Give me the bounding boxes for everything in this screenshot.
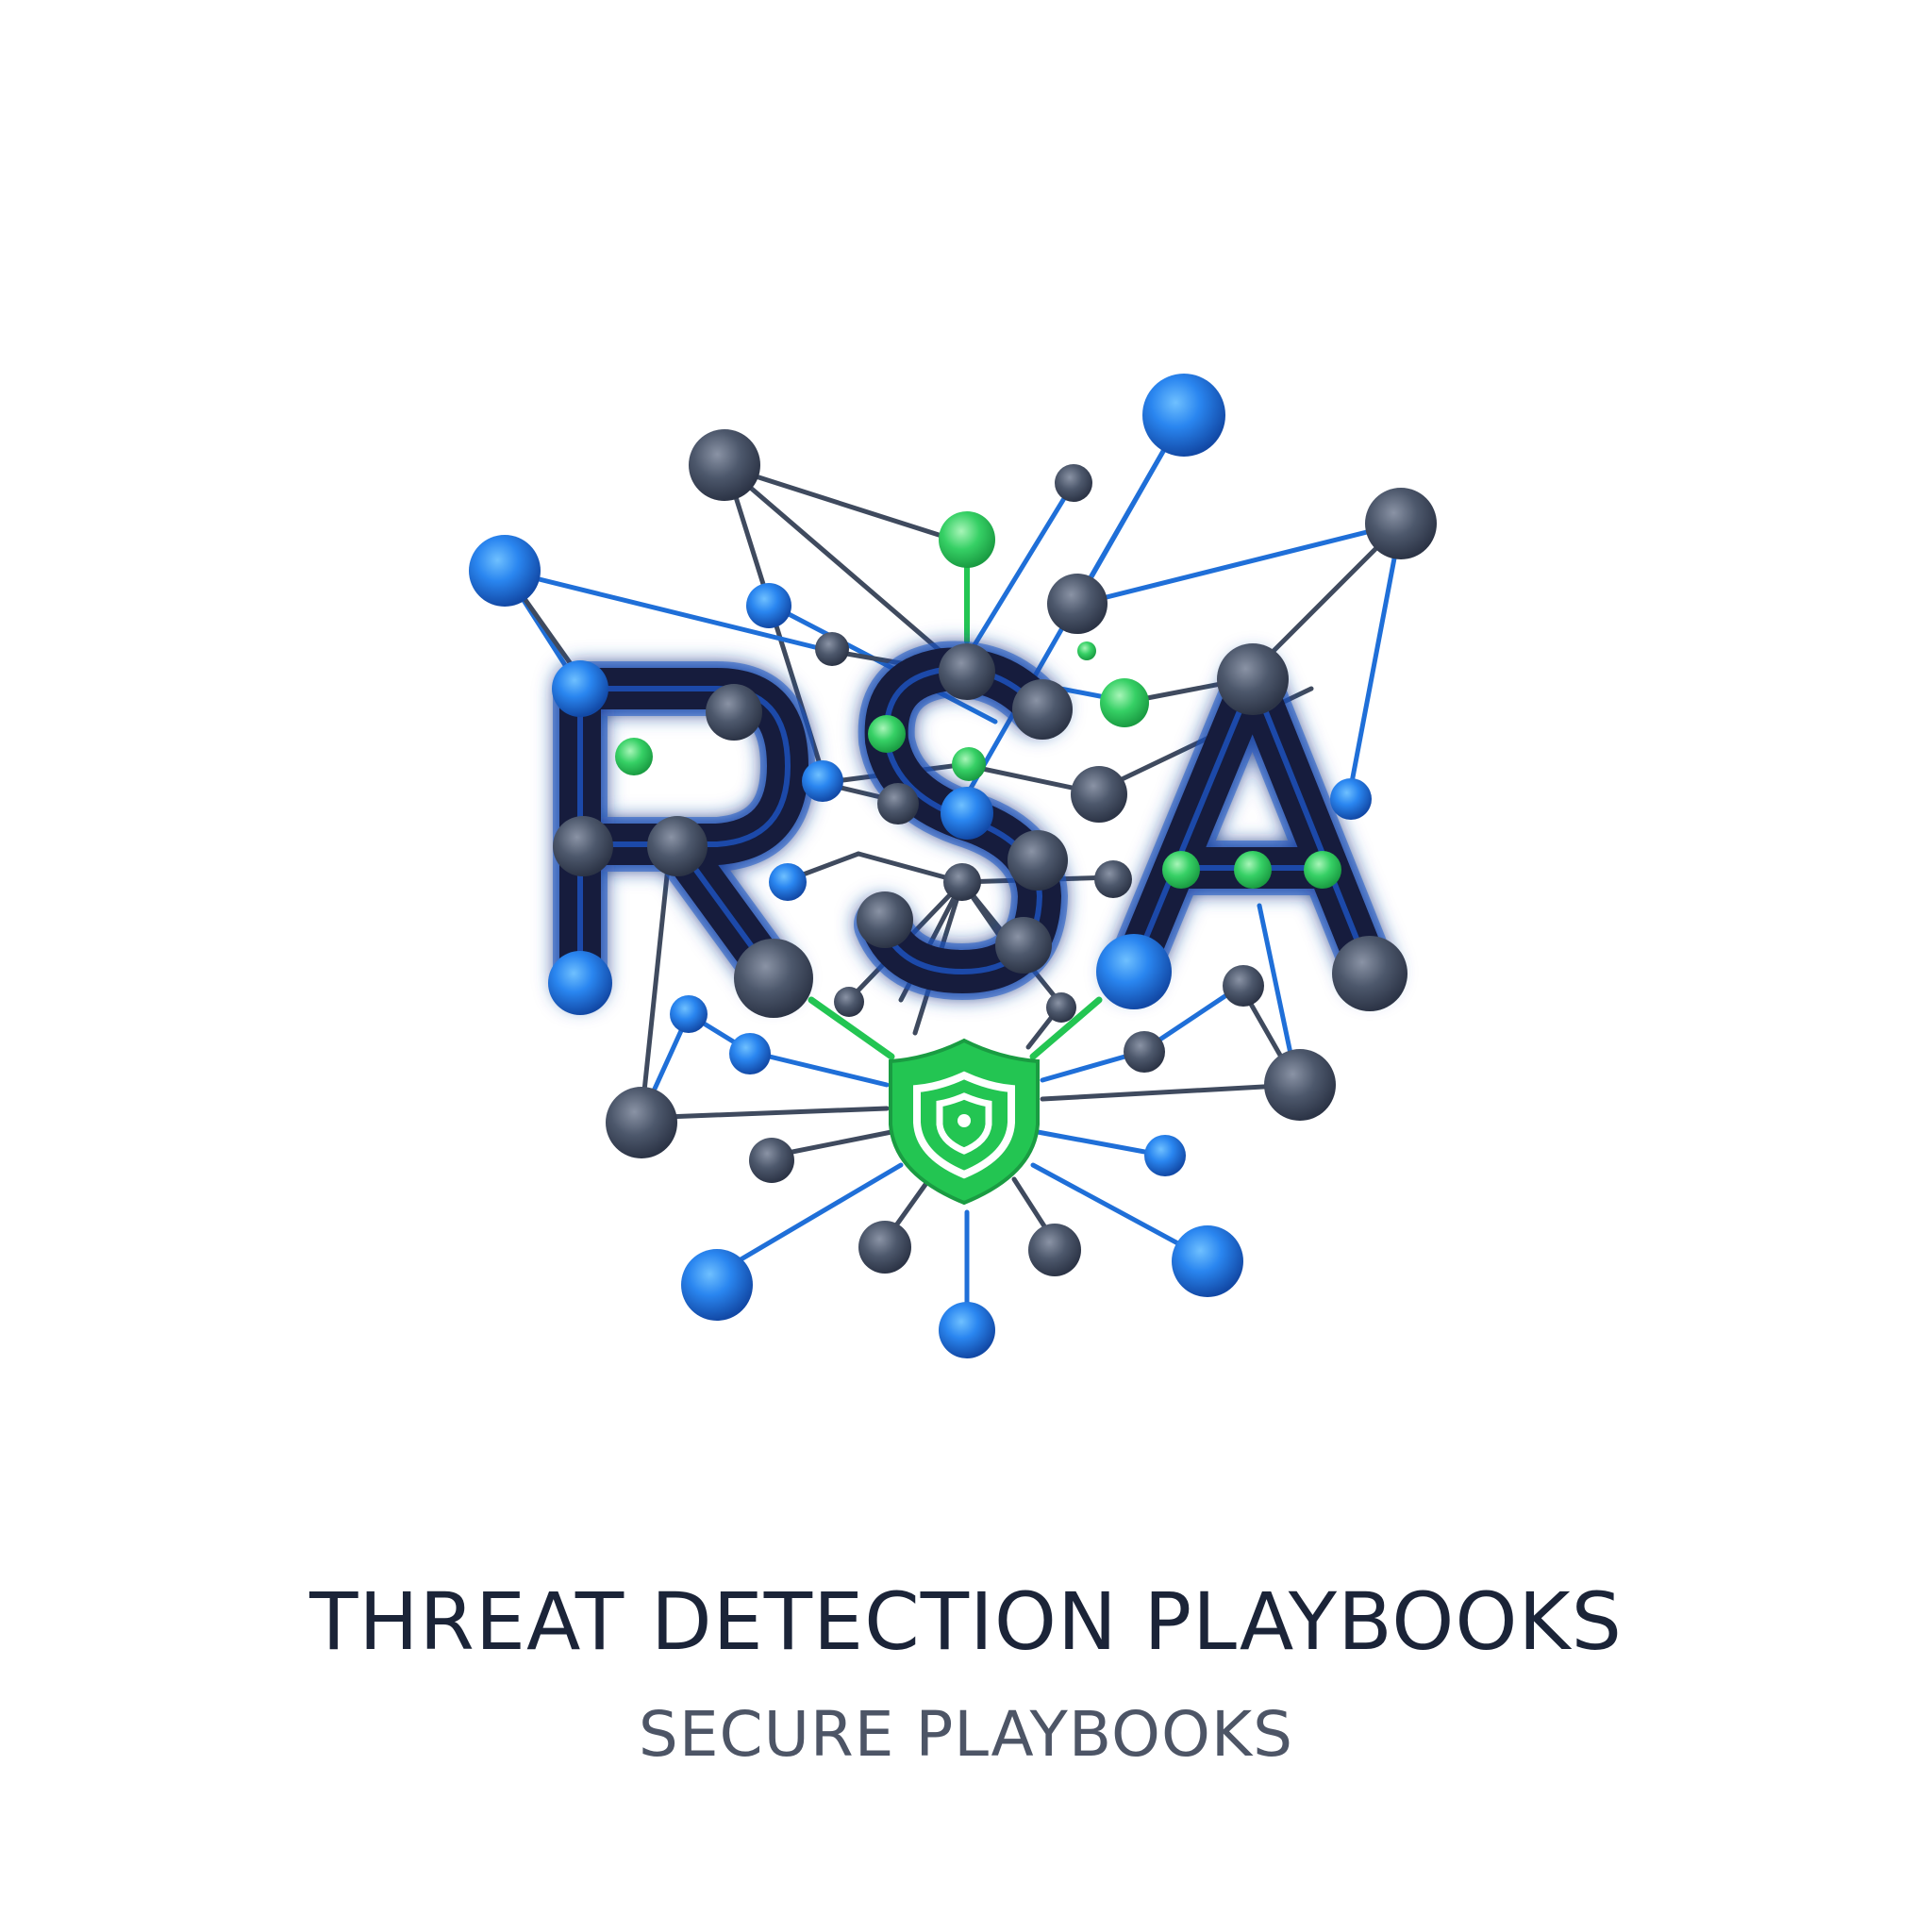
page: THREAT DETECTION PLAYBOOKS SECURE PLAYBO… <box>0 0 1932 1932</box>
page-subtitle: SECURE PLAYBOOKS <box>638 1698 1294 1771</box>
page-title: THREAT DETECTION PLAYBOOKS <box>309 1575 1623 1668</box>
letter-a <box>1105 652 1397 999</box>
rsa-network-logo <box>469 374 1437 1358</box>
